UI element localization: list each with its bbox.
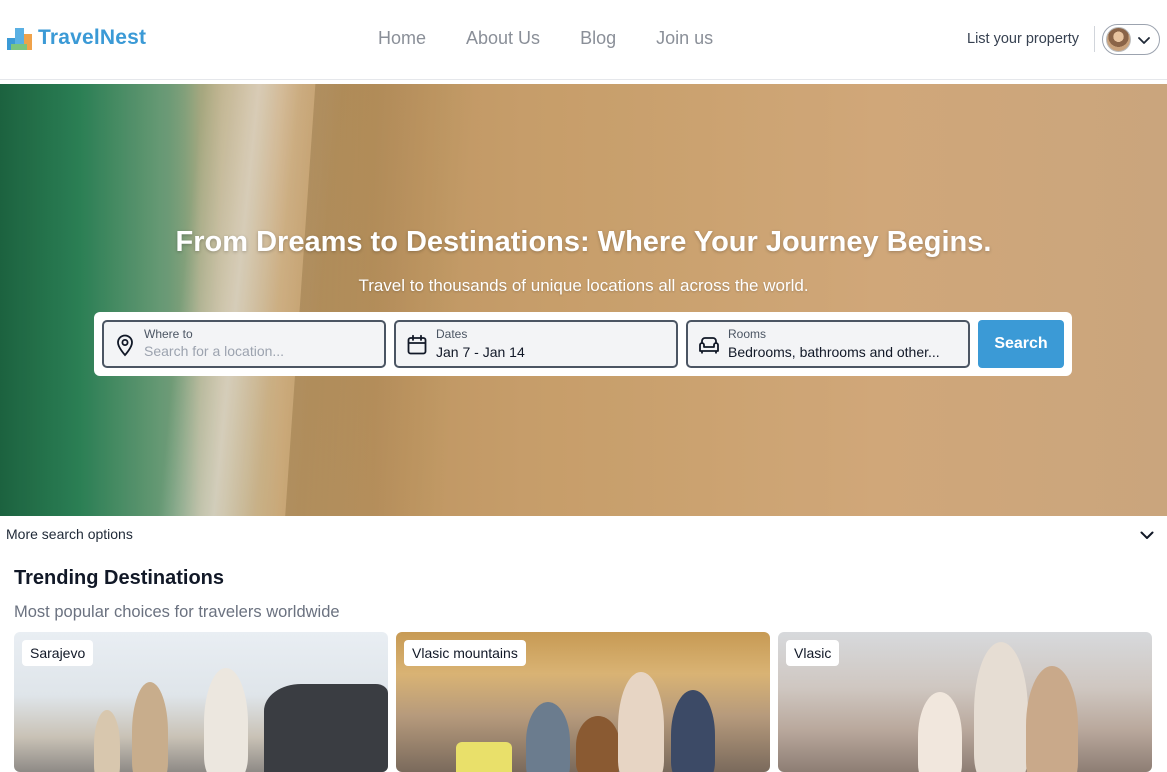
rooms-value: Bedrooms, bathrooms and other...: [728, 344, 940, 360]
card-photo-person: [526, 702, 570, 772]
brand-logo[interactable]: TravelNest: [6, 24, 146, 52]
destination-card[interactable]: Sarajevo: [14, 632, 388, 772]
search-bar: Where to Dates Jan 7 - Jan 14 Rooms Bedr…: [94, 312, 1072, 376]
nav-home[interactable]: Home: [378, 28, 426, 49]
header-divider: [1094, 26, 1095, 52]
dates-field[interactable]: Dates Jan 7 - Jan 14: [394, 320, 678, 368]
dates-label: Dates: [436, 327, 468, 341]
nav-blog[interactable]: Blog: [580, 28, 616, 49]
hero-overlay: [0, 84, 1167, 516]
location-pin-icon: [117, 334, 133, 357]
dates-value: Jan 7 - Jan 14: [436, 344, 525, 360]
avatar: [1106, 27, 1131, 52]
card-photo-suitcase: [456, 742, 512, 772]
hero-title: From Dreams to Destinations: Where Your …: [175, 226, 992, 258]
main-nav: Home About Us Blog Join us: [378, 28, 713, 49]
sofa-icon: [699, 337, 719, 354]
where-to-field[interactable]: Where to: [102, 320, 386, 368]
card-photo-person: [618, 672, 664, 772]
list-your-property-link[interactable]: List your property: [967, 31, 1079, 47]
destination-tag: Vlasic mountains: [404, 640, 526, 666]
card-photo-person: [974, 642, 1028, 772]
where-to-label: Where to: [144, 327, 193, 341]
card-photo-person: [94, 710, 120, 772]
card-photo-teddy: [576, 716, 620, 772]
hero-subtitle: Travel to thousands of unique locations …: [358, 276, 809, 295]
more-search-options-toggle[interactable]: More search options: [0, 516, 1167, 552]
trending-title: Trending Destinations: [14, 567, 225, 589]
destination-card[interactable]: Vlasic: [778, 632, 1152, 772]
nav-join-us[interactable]: Join us: [656, 28, 713, 49]
top-header: TravelNest Home About Us Blog Join us Li…: [0, 0, 1167, 80]
chevron-down-icon: [1140, 531, 1154, 539]
card-photo-person: [1026, 666, 1078, 772]
logo-icon: [7, 28, 32, 50]
card-photo-person: [671, 690, 715, 772]
destination-tag: Sarajevo: [22, 640, 94, 666]
chevron-down-icon: [1138, 36, 1150, 44]
destination-card[interactable]: Vlasic mountains: [396, 632, 770, 772]
brand-name: TravelNest: [38, 26, 147, 49]
hero-banner: From Dreams to Destinations: Where Your …: [0, 84, 1167, 516]
nav-about-us[interactable]: About Us: [466, 28, 540, 49]
destination-tag: Vlasic: [786, 640, 840, 666]
calendar-icon: [407, 334, 427, 355]
card-photo-person: [204, 668, 248, 772]
search-button[interactable]: Search: [978, 320, 1064, 368]
rooms-label: Rooms: [728, 327, 767, 341]
trending-subtitle: Most popular choices for travelers world…: [14, 603, 340, 621]
more-search-options-label: More search options: [6, 526, 133, 542]
rooms-field[interactable]: Rooms Bedrooms, bathrooms and other...: [686, 320, 970, 368]
user-menu-button[interactable]: [1102, 24, 1160, 55]
location-search-input[interactable]: [144, 343, 374, 359]
card-photo-person: [918, 692, 962, 772]
